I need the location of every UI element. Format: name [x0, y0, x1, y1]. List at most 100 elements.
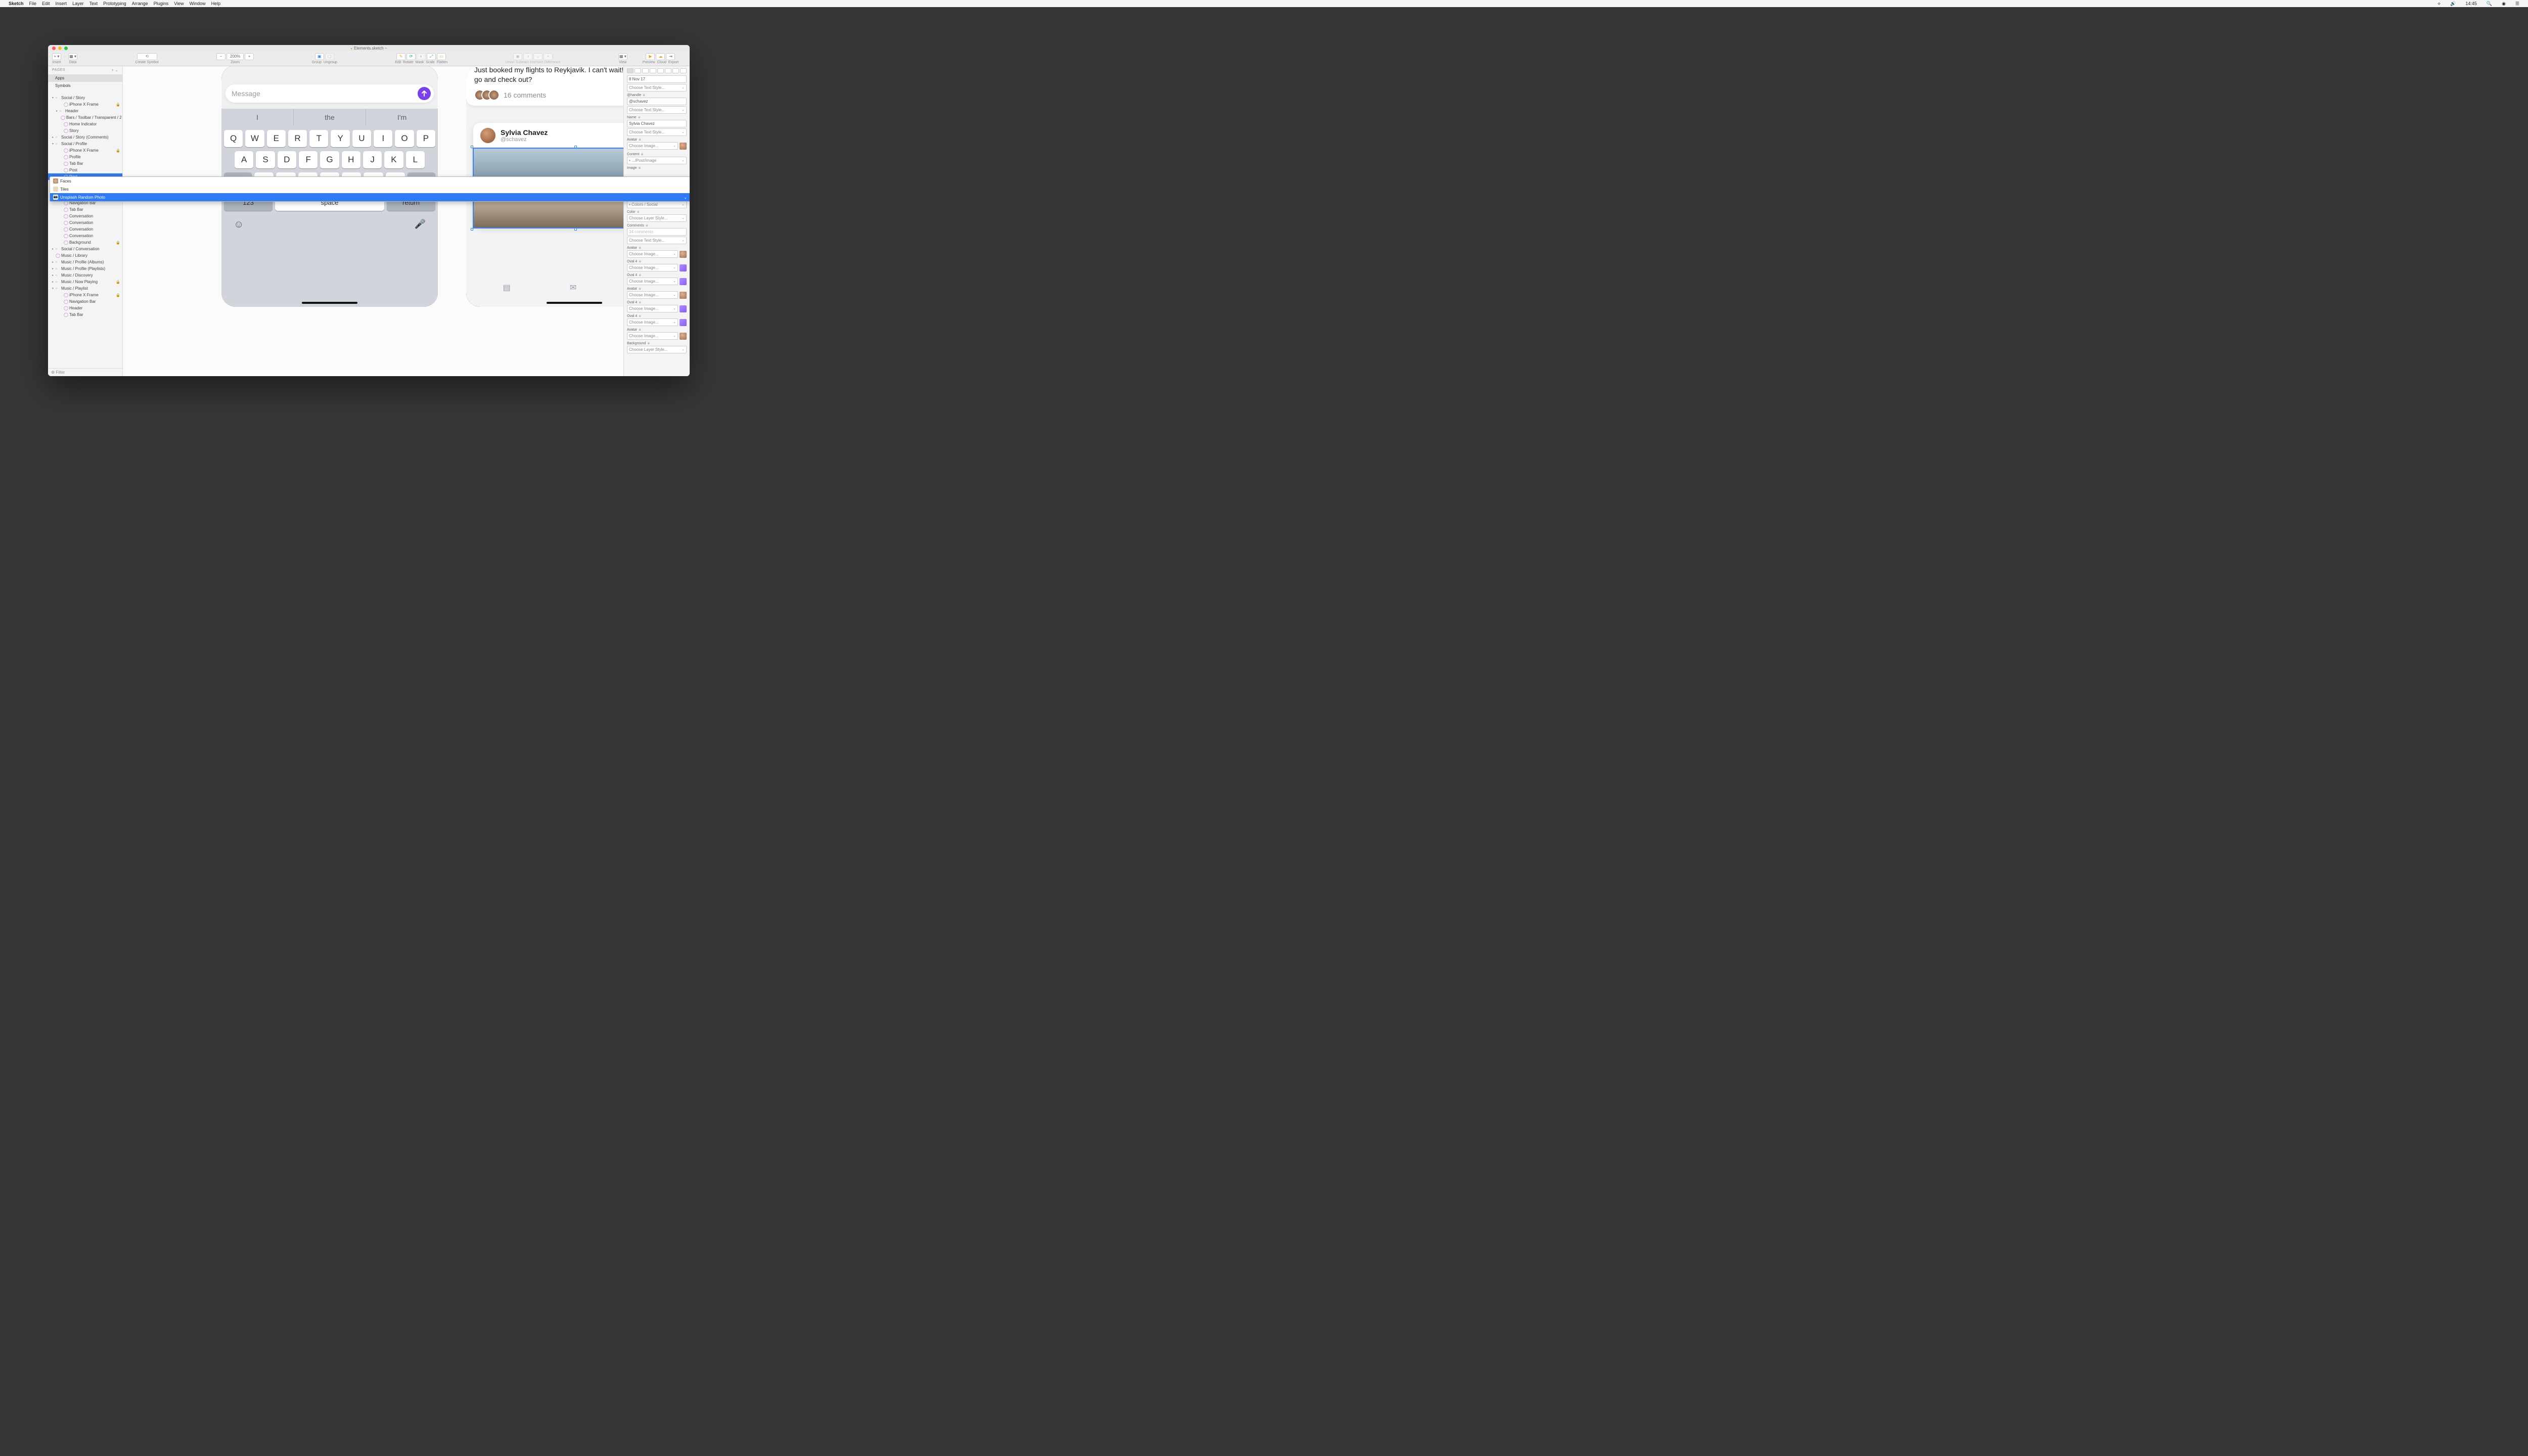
key-p[interactable]: P [417, 130, 435, 147]
insert-button[interactable]: + ▾ [52, 53, 61, 60]
mic-icon[interactable]: 🎤 [415, 219, 426, 231]
layer-item[interactable]: ◯iPhone X Frame🔒 [48, 147, 122, 154]
layer-item[interactable]: ◯Tab Bar [48, 160, 122, 167]
layer-item[interactable]: ◯Conversation [48, 213, 122, 219]
zoom-button[interactable] [64, 47, 68, 50]
volume-icon[interactable]: 🔊 [2450, 1, 2456, 7]
layer-item[interactable]: ◯Conversation [48, 219, 122, 226]
layer-item[interactable]: ▸▫Music / Profile (Playlists) [48, 265, 122, 272]
canvas[interactable]: Message I the I'm QWERTYUIOP ASDFGHJKL ⇧ [123, 66, 623, 376]
menu-prototyping[interactable]: Prototyping [103, 1, 126, 6]
popup-unsplash[interactable]: 📷Unsplash Random Photo⌄ [623, 193, 690, 201]
menu-edit[interactable]: Edit [42, 1, 50, 6]
layer-item[interactable]: ◯Navigation Bar [48, 298, 122, 305]
key-o[interactable]: O [395, 130, 414, 147]
cloud-button[interactable]: ☁ [656, 53, 665, 60]
menu-text[interactable]: Text [89, 1, 98, 6]
key-d[interactable]: D [278, 151, 296, 168]
key-w[interactable]: W [245, 130, 264, 147]
layer-item[interactable]: ▸▫Header [48, 108, 122, 114]
layer-item[interactable]: ◯iPhone X Frame🔒 [48, 292, 122, 298]
layer-item[interactable]: ▾▫Music / Playlist [48, 285, 122, 292]
key-y[interactable]: Y [331, 130, 349, 147]
key-s[interactable]: S [256, 151, 275, 168]
zoom-out[interactable]: − [216, 53, 225, 60]
key-h[interactable]: H [342, 151, 360, 168]
align-controls[interactable] [627, 68, 687, 73]
flatten-button[interactable]: ▭ [437, 53, 446, 60]
union-button[interactable]: ◉ [513, 53, 522, 60]
key-a[interactable]: A [235, 151, 253, 168]
layer-item[interactable]: ◯Conversation [48, 226, 122, 233]
mask-button[interactable]: ◐ [417, 53, 426, 60]
layer-item[interactable]: ▾▫Social / Story [48, 95, 122, 101]
layer-item[interactable]: ▸▫Music / Profile (Albums) [48, 259, 122, 265]
image-select-6[interactable]: Choose Image... [627, 305, 678, 312]
rotate-button[interactable]: ⟳ [407, 53, 416, 60]
subtract-button[interactable]: ◑ [523, 53, 532, 60]
key-e[interactable]: E [267, 130, 286, 147]
suggestion-2[interactable]: the [294, 109, 366, 126]
layer-item[interactable]: ◯Header [48, 305, 122, 311]
post-card[interactable]: Sylvia Chavez @schavez 8 Nov 17 [473, 123, 623, 228]
image-select-4[interactable]: Choose Image... [627, 278, 678, 285]
layer-item[interactable]: ◯Music / Library [48, 252, 122, 259]
menu-plugins[interactable]: Plugins [154, 1, 169, 6]
preview-button[interactable]: ▶ [646, 53, 655, 60]
key-k[interactable]: K [384, 151, 403, 168]
layer-item[interactable]: ◯Home Indicator [48, 121, 122, 127]
avatar-image-select[interactable]: Choose Image... [627, 142, 678, 150]
image-select-2[interactable]: Choose Image... [627, 250, 678, 258]
intersect-button[interactable]: ◒ [533, 53, 543, 60]
image-select-5[interactable]: Choose Image... [627, 291, 678, 299]
wifi-icon[interactable]: ⟡ [2437, 1, 2441, 7]
scale-button[interactable]: ⤢ [427, 53, 436, 60]
tab-messages-icon[interactable]: ✉ [570, 283, 576, 293]
layer-item[interactable]: ◯Bars / Toolbar / Transparent / 2 Tools [48, 114, 122, 121]
key-j[interactable]: J [363, 151, 382, 168]
page-apps[interactable]: Apps [48, 74, 122, 82]
layer-item[interactable]: ◯Profile [48, 154, 122, 160]
image-select-8[interactable]: Choose Image... [627, 332, 678, 340]
spotlight-icon[interactable]: 🔍 [2487, 1, 2492, 7]
menu-arrange[interactable]: Arrange [132, 1, 148, 6]
export-button[interactable]: ⇥ [666, 53, 675, 60]
layer-item[interactable]: ▸▫Social / Story (Comments) [48, 134, 122, 141]
content-select[interactable]: ▪ .../Post/Image [627, 157, 687, 164]
layer-item[interactable]: ◯Post [48, 167, 122, 173]
key-f[interactable]: F [299, 151, 318, 168]
key-q[interactable]: Q [224, 130, 243, 147]
image-select-3[interactable]: Choose Image... [627, 264, 678, 271]
menu-layer[interactable]: Layer [72, 1, 84, 6]
menu-view[interactable]: View [174, 1, 184, 6]
data-button[interactable]: ▦ ▾ [68, 53, 77, 60]
layer-item[interactable]: ▾▫Social / Profile [48, 141, 122, 147]
layer-item[interactable]: ◯Tab Bar [48, 206, 122, 213]
add-page-icon[interactable]: + ⌄ [112, 68, 118, 72]
siri-icon[interactable]: ◉ [2502, 1, 2506, 7]
group-button[interactable]: ▣ [315, 53, 324, 60]
image-select-7[interactable]: Choose Image... [627, 318, 678, 326]
menu-help[interactable]: Help [211, 1, 221, 6]
ungroup-button[interactable]: ▢ [325, 53, 334, 60]
key-r[interactable]: R [288, 130, 307, 147]
filter-field[interactable]: Filter [48, 368, 122, 376]
suggestion-3[interactable]: I'm [366, 109, 438, 126]
name-field[interactable]: Sylvia Chavez [627, 120, 687, 127]
menu-window[interactable]: Window [190, 1, 206, 6]
text-style-select-4[interactable]: Choose Text Style... [627, 237, 687, 244]
suggestion-1[interactable]: I [221, 109, 294, 126]
layer-item[interactable]: ◯Story [48, 127, 122, 134]
page-symbols[interactable]: Symbols [48, 82, 122, 89]
tab-feed-icon[interactable]: ▤ [503, 283, 511, 293]
menu-insert[interactable]: Insert [56, 1, 67, 6]
layer-style-select[interactable]: Choose Layer Style... [627, 214, 687, 222]
popup-faces[interactable]: Faces [623, 177, 690, 185]
comments-count[interactable]: 16 comments [504, 91, 623, 99]
send-button[interactable] [418, 87, 431, 100]
minimize-button[interactable] [58, 47, 62, 50]
layer-item[interactable]: ◯Tab Bar [48, 311, 122, 318]
handle-field[interactable]: @schavez [627, 98, 687, 105]
popup-tiles[interactable]: Tiles [623, 185, 690, 193]
app-name[interactable]: Sketch [9, 1, 24, 6]
